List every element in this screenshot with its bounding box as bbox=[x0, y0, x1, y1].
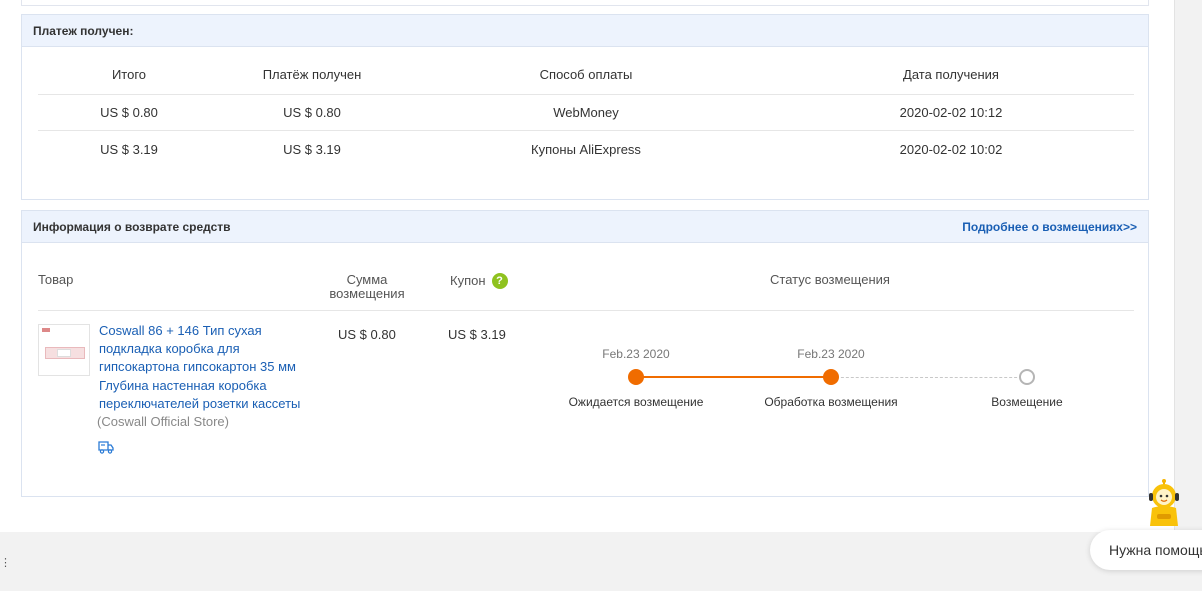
payment-panel-header: Платеж получен: bbox=[22, 15, 1148, 47]
col-date: Дата получения bbox=[903, 67, 999, 82]
timeline-date-2: Feb.23 2020 bbox=[797, 347, 865, 361]
product-title-link[interactable]: Coswall 86 + 146 Тип сухая подкладка кор… bbox=[99, 322, 314, 413]
cell-date: 2020-02-02 10:02 bbox=[899, 141, 1003, 157]
refund-panel: Информация о возврате средств Подробнее … bbox=[21, 210, 1149, 497]
thumbnail-logo bbox=[42, 328, 50, 332]
help-icon[interactable]: ? bbox=[491, 273, 508, 289]
col-goods: Товар bbox=[38, 272, 74, 287]
timeline-label-3: Возмещение bbox=[991, 395, 1063, 409]
payment-panel: Платеж получен: Итого Платёж получен Спо… bbox=[21, 14, 1149, 200]
cell-total: US $ 0.80 bbox=[100, 105, 158, 120]
cell-date: 2020-02-02 10:12 bbox=[899, 105, 1003, 120]
cell-received: US $ 3.19 bbox=[283, 141, 341, 157]
table-row: US $ 3.19 US $ 3.19 Купоны AliExpress 20… bbox=[38, 131, 1134, 167]
timeline-label-1: Ожидается возмещение bbox=[568, 395, 704, 409]
cell-received: US $ 0.80 bbox=[283, 105, 341, 120]
col-refund-status: Статус возмещения bbox=[770, 272, 890, 287]
coupon-amount: US $ 3.19 bbox=[448, 327, 506, 342]
cell-method: WebMoney bbox=[553, 105, 619, 120]
col-received: Платёж получен bbox=[262, 67, 362, 82]
cell-method: Купоны AliExpress bbox=[531, 141, 641, 157]
refund-amount: US $ 0.80 bbox=[338, 327, 396, 342]
chat-help-button[interactable]: Нужна помощь? bbox=[1090, 530, 1202, 570]
table-row: US $ 0.80 US $ 0.80 WebMoney 2020-02-02 … bbox=[38, 95, 1134, 131]
edge-handle-icon: ⋮ bbox=[0, 557, 11, 569]
col-coupon: Купон ? bbox=[450, 273, 508, 289]
previous-panel-edge bbox=[21, 0, 1149, 6]
refund-status-timeline: Feb.23 2020 Ожидается возмещение Feb.23 … bbox=[562, 335, 1082, 415]
timeline-label-2: Обработка возмещения bbox=[764, 395, 898, 409]
scroll-gutter bbox=[1174, 0, 1202, 532]
product-thumbnail[interactable] bbox=[38, 324, 90, 376]
refund-details-link[interactable]: Подробнее о возмещениях>> bbox=[962, 220, 1137, 234]
timeline-line-pending bbox=[831, 377, 1027, 378]
truck-icon bbox=[98, 441, 114, 454]
store-name: (Coswall Official Store) bbox=[97, 414, 229, 429]
timeline-date-1: Feb.23 2020 bbox=[602, 347, 670, 361]
timeline-node-3 bbox=[1019, 369, 1035, 385]
col-coupon-label: Купон bbox=[450, 273, 486, 288]
chat-bot-icon[interactable] bbox=[1142, 478, 1186, 526]
refund-table-header: Товар Сумма возмещения Купон ? Статус во… bbox=[38, 273, 1134, 311]
payment-panel-title: Платеж получен: bbox=[33, 23, 134, 38]
payment-table: Итого Платёж получен Способ оплаты Дата … bbox=[38, 55, 1134, 167]
col-method: Способ оплаты bbox=[539, 67, 633, 82]
col-total: Итого bbox=[111, 67, 147, 82]
col-refund-sum: Сумма возмещения bbox=[329, 272, 405, 301]
refund-panel-header: Информация о возврате средств Подробнее … bbox=[22, 211, 1148, 243]
thumbnail-box-inner bbox=[57, 349, 71, 357]
payment-table-header: Итого Платёж получен Способ оплаты Дата … bbox=[38, 55, 1134, 95]
cell-total: US $ 3.19 bbox=[100, 141, 158, 157]
timeline-node-2 bbox=[823, 369, 839, 385]
timeline-node-1 bbox=[628, 369, 644, 385]
timeline-line-done bbox=[636, 376, 831, 378]
refund-panel-title: Информация о возврате средств bbox=[33, 219, 231, 234]
